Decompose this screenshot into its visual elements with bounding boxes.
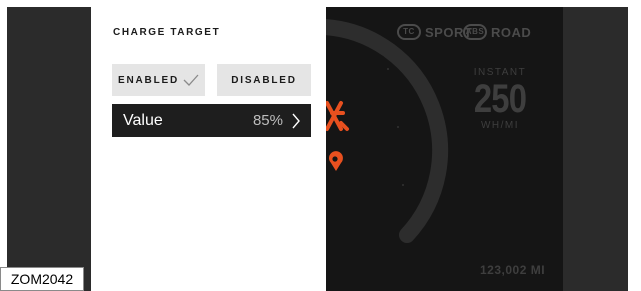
abs-icon: ABS xyxy=(463,24,487,40)
value-right: 85% xyxy=(253,112,301,130)
enabled-label: ENABLED xyxy=(118,74,179,86)
chevron-right-icon xyxy=(292,113,300,128)
instant-unit: WH/MI xyxy=(480,120,520,131)
panel-title: CHARGE TARGET xyxy=(113,27,221,38)
right-bezel xyxy=(563,7,628,291)
instant-value: 250 xyxy=(473,77,527,121)
left-bezel xyxy=(7,7,91,291)
gauge-ticks xyxy=(387,68,404,186)
charging-plug-icon xyxy=(325,101,349,131)
value-percent: 85% xyxy=(252,112,283,129)
figure-caption: ZOM2042 xyxy=(0,267,84,291)
value-label: Value xyxy=(123,111,163,129)
enabled-button[interactable]: ENABLED xyxy=(112,64,205,96)
abs-indicator: ABS ROAD xyxy=(463,24,531,40)
road-mode-label: ROAD xyxy=(491,24,532,40)
disabled-label: DISABLED xyxy=(231,74,297,86)
checkmark-icon xyxy=(183,74,199,86)
value-row[interactable]: Value 85% xyxy=(112,104,311,137)
disabled-button[interactable]: DISABLED xyxy=(217,64,311,96)
location-pin-icon xyxy=(328,151,343,171)
traction-control-indicator: TC SPORT xyxy=(397,24,472,40)
instant-efficiency: INSTANT 250 WH/MI xyxy=(456,67,544,131)
odometer: 123,002 MI xyxy=(480,263,546,277)
gauge-arc xyxy=(317,19,449,243)
dashboard-screen: TC SPORT ABS ROAD INSTANT 250 WH/MI 123,… xyxy=(91,7,563,291)
charge-target-panel: CHARGE TARGET ENABLED DISABLED Value 85% xyxy=(91,7,326,291)
traction-control-icon: TC xyxy=(397,24,421,40)
